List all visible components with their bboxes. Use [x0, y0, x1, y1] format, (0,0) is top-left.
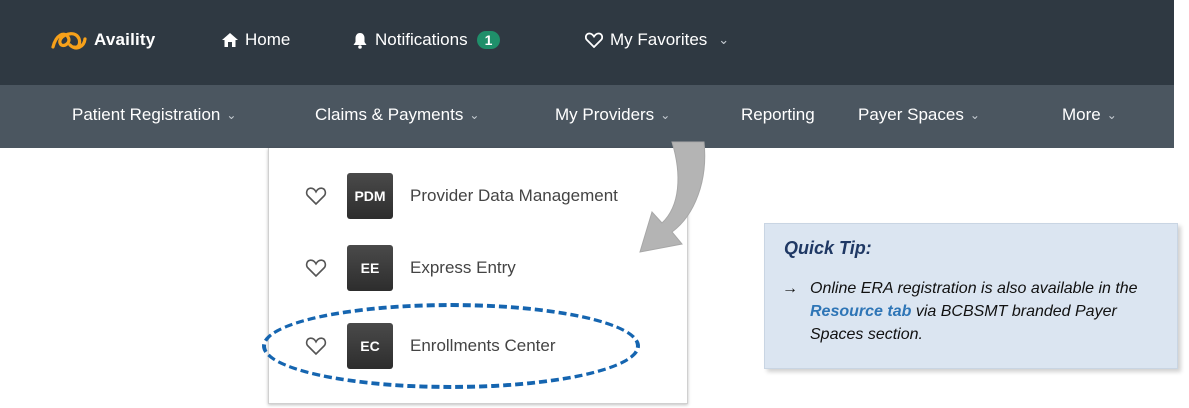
- resource-tab-link[interactable]: Resource tab: [810, 303, 911, 320]
- quick-tip-text: Online ERA registration is also availabl…: [810, 277, 1170, 346]
- quick-tip-box: Quick Tip: → Online ERA registration is …: [764, 223, 1178, 369]
- nav-reporting[interactable]: Reporting: [741, 105, 815, 125]
- favorite-heart-icon[interactable]: [305, 335, 327, 357]
- my-favorites-label: My Favorites: [610, 30, 708, 49]
- my-favorites-menu[interactable]: My Favorites ⌄: [585, 30, 729, 50]
- notifications-count-badge: 1: [476, 31, 501, 49]
- nav-label: My Providers: [555, 105, 655, 124]
- chevron-down-icon: ⌄: [660, 108, 671, 122]
- arrow-right-icon: →: [782, 280, 798, 297]
- app-tile-pdm: PDM: [347, 173, 393, 219]
- nav-claims-payments[interactable]: Claims & Payments ⌄: [315, 105, 479, 125]
- nav-label: More: [1062, 105, 1101, 124]
- logo-text: Availity: [94, 30, 156, 49]
- tip-text-before: Online ERA registration is also availabl…: [810, 280, 1138, 297]
- availity-logo-icon: [51, 32, 87, 50]
- chevron-down-icon: ⌄: [469, 108, 480, 122]
- chevron-down-icon: ⌄: [1106, 108, 1117, 122]
- chevron-down-icon: ⌄: [226, 108, 237, 122]
- curved-arrow-annotation: [639, 141, 706, 253]
- chevron-down-icon: ⌄: [969, 108, 980, 122]
- app-tile-ec: EC: [347, 323, 393, 369]
- home-link[interactable]: Home: [222, 30, 290, 50]
- dropdown-item-label: Express Entry: [410, 258, 516, 277]
- favorite-heart-icon[interactable]: [305, 185, 327, 207]
- nav-label: Patient Registration: [72, 105, 221, 124]
- app-tile-ee: EE: [347, 245, 393, 291]
- home-icon: [222, 33, 238, 47]
- dropdown-item-label: Provider Data Management: [410, 186, 618, 205]
- heart-outline-icon: [585, 32, 603, 48]
- nav-more[interactable]: More ⌄: [1062, 105, 1117, 125]
- availity-logo[interactable]: Availity: [50, 25, 155, 55]
- favorite-heart-icon[interactable]: [305, 257, 327, 279]
- nav-label: Reporting: [741, 105, 815, 124]
- dropdown-item-label: Enrollments Center: [410, 336, 556, 355]
- notifications-link[interactable]: Notifications 1: [352, 30, 501, 50]
- nav-patient-registration[interactable]: Patient Registration ⌄: [72, 105, 236, 125]
- dropdown-item-enrollments-center[interactable]: EC Enrollments Center: [269, 323, 687, 369]
- nav-label: Payer Spaces: [858, 105, 964, 124]
- bell-icon: [353, 32, 367, 49]
- nav-my-providers[interactable]: My Providers ⌄: [555, 105, 670, 125]
- home-label: Home: [245, 30, 291, 49]
- nav-payer-spaces[interactable]: Payer Spaces ⌄: [858, 105, 980, 125]
- nav-label: Claims & Payments: [315, 105, 464, 124]
- quick-tip-title: Quick Tip:: [784, 238, 872, 258]
- chevron-down-icon: ⌄: [718, 32, 730, 47]
- notifications-label: Notifications: [375, 30, 468, 49]
